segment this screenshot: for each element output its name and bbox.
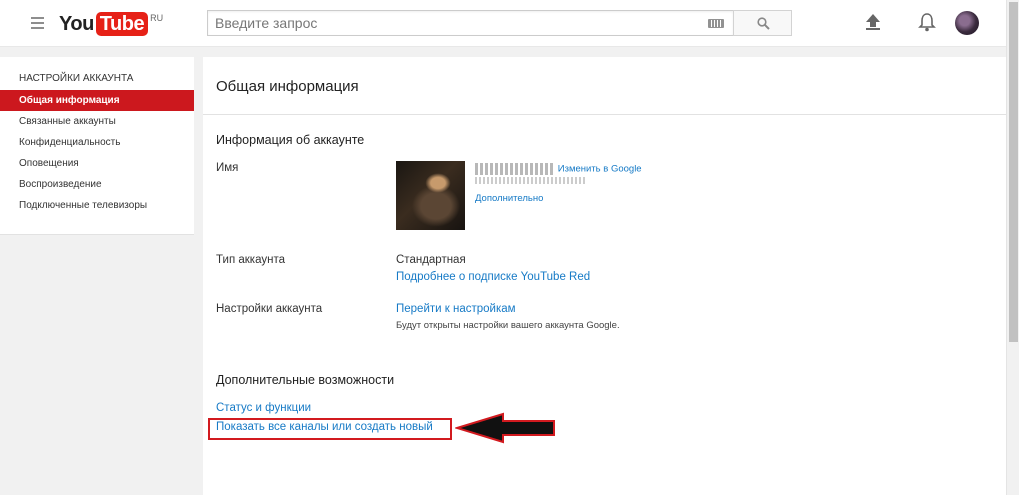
scrollbar-thumb[interactable] [1009,2,1018,342]
account-info-heading: Информация об аккаунте [216,133,365,147]
menu-icon[interactable] [31,17,44,29]
upload-icon[interactable] [864,13,882,31]
account-type-value: Стандартная [396,254,466,266]
more-link[interactable]: Дополнительно [475,193,543,204]
notifications-bell-icon[interactable] [918,12,936,32]
sidebar-item-privacy[interactable]: Конфиденциальность [0,132,194,153]
account-name-row: Изменить в Google [475,163,642,175]
name-label: Имя [216,162,239,174]
profile-photo [396,161,465,230]
status-and-features-link[interactable]: Статус и функции [216,402,311,414]
account-avatar[interactable] [955,11,979,35]
search-button[interactable] [733,10,792,36]
sidebar-item-overview[interactable]: Общая информация [0,90,194,111]
search-input[interactable] [208,11,688,35]
logo-region: RU [150,13,164,23]
masthead: You Tube RU [0,0,1006,47]
annotation-arrow-icon [455,412,555,444]
sidebar-item-linked-accounts[interactable]: Связанные аккаунты [0,111,194,132]
page-scrollbar[interactable] [1006,0,1019,495]
change-in-google-link[interactable]: Изменить в Google [558,164,642,175]
annotation-highlight-box [208,418,452,440]
go-to-settings-link[interactable]: Перейти к настройкам [396,303,516,315]
page-title: Общая информация [216,78,359,95]
hidden-account-email [475,177,585,184]
main-header: Общая информация [203,57,1006,115]
sidebar-item-connected-tvs[interactable]: Подключенные телевизоры [0,195,194,216]
youtube-red-link[interactable]: Подробнее о подписке YouTube Red [396,271,590,283]
account-type-label: Тип аккаунта [216,254,285,266]
search-icon [757,17,770,30]
logo-tube-text: Tube [95,12,149,36]
settings-sidebar: НАСТРОЙКИ АККАУНТА Общая информация Связ… [0,57,194,235]
youtube-logo[interactable]: You Tube RU [59,12,163,36]
hidden-account-name [475,163,555,175]
logo-you-text: You [59,13,94,35]
settings-note: Будут открыты настройки вашего аккаунта … [396,320,620,331]
keyboard-icon[interactable] [708,19,724,28]
extra-features-heading: Дополнительные возможности [216,373,395,387]
sidebar-item-playback[interactable]: Воспроизведение [0,174,194,195]
account-settings-label: Настройки аккаунта [216,303,323,315]
sidebar-nav: Общая информация Связанные аккаунты Конф… [0,90,194,216]
sidebar-item-notifications[interactable]: Оповещения [0,153,194,174]
sidebar-title: НАСТРОЙКИ АККАУНТА [19,73,134,84]
search-box [207,10,733,36]
